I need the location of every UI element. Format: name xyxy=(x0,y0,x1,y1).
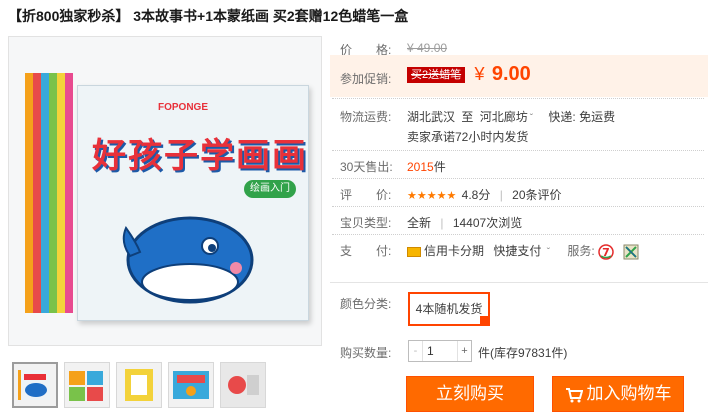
currency-symbol: ¥ xyxy=(474,64,485,84)
ship-to-dropdown[interactable]: 河北廊坊 ˇ xyxy=(480,110,535,124)
seven-day-return-icon[interactable]: 7 xyxy=(598,244,614,260)
product-main-image[interactable]: FOPONGE 好孩子学画画 绘画入门 xyxy=(8,36,322,346)
ship-to: 河北廊坊 xyxy=(479,110,528,124)
rating-row: ★★★★★ 4.8分 | 20条评价 xyxy=(407,188,562,202)
shipping-label: 物流运费: xyxy=(340,110,392,124)
quantity-increase-button[interactable]: + xyxy=(457,341,471,361)
quick-pay: 快捷支付 xyxy=(493,244,542,258)
thumbnail-4[interactable] xyxy=(168,362,214,408)
book-cover-title: 好孩子学画画 xyxy=(92,136,308,176)
guarantee-icon[interactable] xyxy=(623,244,639,260)
shipping-row: 湖北武汉 至 河北廊坊 ˇ 快递: 免运费 xyxy=(407,108,615,125)
payment-row: 信用卡分期 快捷支付 ˇ 服务: 7 xyxy=(407,242,639,260)
sku-label: 颜色分类: xyxy=(340,297,392,311)
quantity-decrease-button[interactable]: - xyxy=(409,341,423,361)
promo-price: 9.00 xyxy=(491,63,531,85)
promo-tag[interactable]: 买2送蜡笔 xyxy=(407,66,466,83)
type-label: 宝贝类型: xyxy=(340,216,392,230)
sku-option-selected[interactable]: 4本随机发货 xyxy=(408,292,490,326)
sold-label: 30天售出: xyxy=(340,160,393,174)
product-info-panel: 价 格: ¥ 49.00 参加促销: 买2送蜡笔 ¥ 9.00 物流运费: 湖北… xyxy=(330,30,710,415)
thumbnail-2[interactable] xyxy=(64,362,110,408)
sold-unit: 件 xyxy=(433,160,446,174)
installment-link[interactable]: 信用卡分期 xyxy=(424,244,484,258)
sku-option-label: 4本随机发货 xyxy=(415,302,483,316)
add-to-cart-label: 加入购物车 xyxy=(586,384,672,403)
whale-illustration xyxy=(122,216,254,304)
quantity-label: 购买数量: xyxy=(340,346,392,360)
buy-now-button[interactable]: 立刻购买 xyxy=(406,376,534,412)
type-row: 全新 | 14407次浏览 xyxy=(407,216,523,230)
review-count-link[interactable]: 20条评价 xyxy=(512,188,561,202)
promo-price-row: 买2送蜡笔 ¥ 9.00 xyxy=(407,63,531,86)
thumbnail-3[interactable] xyxy=(116,362,162,408)
thumbnail-strip xyxy=(12,362,322,412)
thumbnail-selected-indicator xyxy=(32,362,44,363)
payment-label: 支 付: xyxy=(340,244,392,258)
thumbnail-1[interactable] xyxy=(12,362,58,408)
book-cover: FOPONGE 好孩子学画画 绘画入门 xyxy=(77,85,309,321)
credit-card-icon xyxy=(407,246,421,257)
promo-label: 参加促销: xyxy=(340,72,392,86)
stock-info: 件(库存97831件) xyxy=(478,344,567,361)
view-count: 14407次浏览 xyxy=(452,216,523,230)
rating-score: 4.8分 xyxy=(461,188,491,202)
chevron-down-icon: ˇ xyxy=(529,113,534,124)
product-title: 【折800独家秒杀】 3本故事书+1本蒙纸画 买2套赠12色蜡笔一盒 xyxy=(8,8,409,24)
buy-now-label: 立刻购买 xyxy=(436,384,504,403)
original-price: ¥ 49.00 xyxy=(407,41,448,55)
condition: 全新 xyxy=(407,216,432,230)
thumbnail-5[interactable] xyxy=(220,362,266,408)
book-logo: FOPONGE xyxy=(158,102,209,113)
rating-stars: ★★★★★ xyxy=(407,190,457,202)
delivery-info: 快递: 免运费 xyxy=(548,110,616,124)
book-illustration: FOPONGE 好孩子学画画 绘画入门 xyxy=(21,65,309,321)
add-to-cart-button[interactable]: 加入购物车 xyxy=(552,376,684,412)
chevron-down-icon[interactable]: ˇ xyxy=(547,247,550,258)
quantity-input[interactable]: 1 xyxy=(424,341,458,361)
selected-check-icon xyxy=(480,316,490,326)
quantity-stepper: - 1 + xyxy=(408,340,472,362)
quantity-unit: 件 xyxy=(478,346,491,360)
rating-label: 评 价: xyxy=(340,188,392,202)
cart-icon xyxy=(565,387,583,403)
sold-count: 2015 xyxy=(407,160,434,174)
ship-sep: 至 xyxy=(461,110,474,124)
sold-row: 2015件 xyxy=(407,158,446,175)
ship-from: 湖北武汉 xyxy=(407,110,456,124)
service-label: 服务: xyxy=(567,244,595,258)
ship-promise: 卖家承诺72小时内发货 xyxy=(407,130,529,144)
stock-count: (库存97831件) xyxy=(490,346,568,360)
book-cover-subtitle: 绘画入门 xyxy=(244,180,296,198)
